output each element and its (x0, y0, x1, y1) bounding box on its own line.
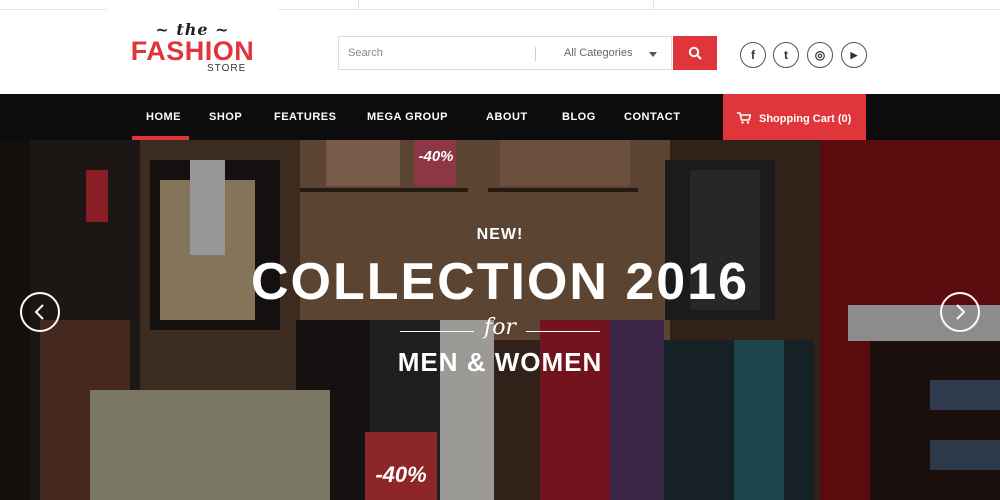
top-bar-divider (358, 0, 359, 10)
sale-badge: -40% (375, 462, 427, 487)
nav-about[interactable]: ABOUT (486, 111, 528, 123)
search-input[interactable]: Search (348, 47, 383, 59)
logo-fashion: FASHION (130, 36, 255, 66)
search-icon (688, 46, 702, 60)
search-button[interactable] (673, 36, 717, 70)
instagram-icon[interactable]: ◎ (807, 42, 833, 68)
nav-blog[interactable]: BLOG (562, 111, 596, 123)
youtube-icon[interactable]: ▶ (841, 42, 867, 68)
hero-tag: NEW! (476, 226, 524, 243)
cart-label: Shopping Cart (0) (759, 113, 852, 125)
category-select[interactable]: All Categories (564, 47, 632, 59)
twitter-icon[interactable]: t (773, 42, 799, 68)
facebook-icon[interactable]: f (740, 42, 766, 68)
cart-icon (737, 112, 751, 124)
nav-contact[interactable]: CONTACT (624, 111, 680, 123)
nav-mega-group[interactable]: MEGA GROUP (367, 111, 448, 123)
nav-shop[interactable]: SHOP (209, 111, 242, 123)
nav-home[interactable]: HOME (146, 111, 181, 123)
hero-for: for (484, 315, 516, 340)
hero-headline: COLLECTION 2016 (250, 253, 750, 311)
chevron-right-icon (956, 304, 966, 320)
main-nav: HOME SHOP FEATURES MEGA GROUP ABOUT BLOG… (0, 94, 1000, 140)
chevron-left-icon (34, 304, 44, 320)
hero-slider: NEW! COLLECTION 2016 for MEN & WOMEN -40… (0, 140, 1000, 500)
divider-line (526, 331, 600, 332)
sale-badge: -40% (418, 148, 454, 165)
search-bar: Search All Categories (338, 36, 672, 70)
next-slide-button[interactable] (940, 292, 980, 332)
prev-slide-button[interactable] (20, 292, 60, 332)
top-bar-divider (653, 0, 654, 10)
logo[interactable]: ~ the ~ FASHION STORE (107, 0, 278, 90)
nav-features[interactable]: FEATURES (274, 111, 336, 123)
logo-store: STORE (207, 63, 247, 74)
search-divider (535, 47, 536, 61)
shopping-cart-button[interactable]: Shopping Cart (0) (723, 94, 866, 140)
hero-subheadline: MEN & WOMEN (397, 347, 603, 377)
caret-down-icon[interactable] (649, 52, 657, 57)
